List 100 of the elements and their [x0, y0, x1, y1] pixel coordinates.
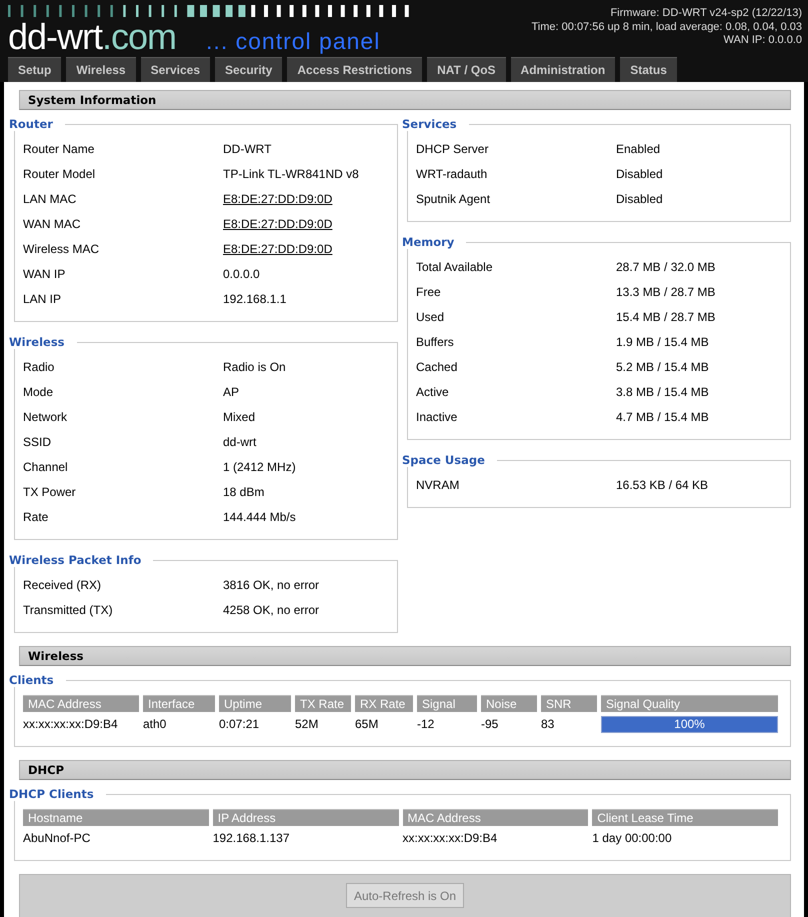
field-label: Network — [23, 410, 68, 424]
column-header: Signal — [417, 695, 477, 712]
field-label: WRT-radauth — [416, 166, 488, 180]
table-cell-text: xx:xx:xx:xx:D9:B4 — [23, 716, 119, 733]
column-header: Interface — [143, 695, 215, 712]
field-value: Enabled — [616, 142, 662, 156]
mac-link[interactable]: E8:DE:27:DD:D9:0D — [223, 216, 385, 230]
nav-tab[interactable]: Security — [215, 57, 282, 82]
tagline: ... control panel — [206, 28, 380, 55]
field-label: Router Model — [23, 166, 96, 180]
field-label: Active — [416, 384, 450, 398]
field-value: dd-wrt — [223, 434, 258, 448]
field-value: 16.53 KB / 64 KB — [616, 478, 710, 492]
firmware-text: Firmware: DD-WRT v24-sp2 (12/22/13) — [610, 7, 802, 20]
column-header: TX Rate — [295, 695, 351, 712]
table-cell-text: 0:07:21 — [219, 716, 260, 733]
field-value: Radio is On — [223, 360, 287, 374]
table-cell-text: 1 day 00:00:00 — [592, 830, 673, 847]
nav-tab[interactable]: Status — [620, 57, 677, 82]
nav-tab[interactable]: Services — [140, 57, 210, 82]
group-legend: Wireless Packet Info — [9, 553, 154, 567]
column-header: SNR — [541, 695, 597, 712]
field-value: 4.7 MB / 15.4 MB — [616, 410, 710, 424]
nav-tab[interactable]: Wireless — [66, 57, 136, 82]
field-label: Router Name — [23, 142, 96, 156]
section-header: System Information — [19, 90, 791, 110]
field-label: Mode — [23, 384, 54, 398]
group-legend: Router — [9, 117, 65, 131]
table-cell-text: AbuNnof-PC — [23, 830, 92, 847]
field-label: Received (RX) — [23, 578, 102, 592]
field-label: WAN IP — [23, 266, 66, 280]
group-legend: Space Usage — [402, 453, 497, 467]
field-label: Free — [416, 284, 442, 298]
table-cell-text: 52M — [295, 716, 320, 733]
logo-text: dd-wrt.com — [8, 20, 176, 54]
nav-tab[interactable]: Administration — [510, 57, 616, 82]
field-value: 28.7 MB / 32.0 MB — [616, 260, 716, 274]
mac-link[interactable]: E8:DE:27:DD:D9:0D — [223, 192, 385, 206]
field-value: 1 (2412 MHz) — [223, 460, 297, 474]
field-label: SSID — [23, 434, 52, 448]
table-cell-text: -12 — [417, 716, 436, 733]
field-value: 1.9 MB / 15.4 MB — [616, 334, 710, 348]
column-header: Client Lease Time — [592, 809, 778, 826]
table-cell-text: 192.168.1.137 — [212, 830, 290, 847]
field-value: AP — [223, 384, 240, 398]
field-value: 192.168.1.1 — [223, 292, 288, 306]
table-cell-text: ath0 — [143, 716, 168, 733]
mac-link[interactable]: E8:DE:27:DD:D9:0D — [223, 242, 385, 256]
nav-tab[interactable]: Access Restrictions — [287, 57, 422, 82]
field-label: WAN MAC — [23, 216, 82, 230]
field-value: 13.3 MB / 28.7 MB — [616, 284, 716, 298]
field-value: TP-Link TL-WR841ND v8 — [223, 166, 360, 180]
group-legend: DHCP Clients — [9, 787, 106, 801]
group-legend: Wireless — [9, 335, 77, 349]
field-label: Transmitted (TX) — [23, 602, 114, 616]
field-value: Mixed — [223, 410, 256, 424]
column-header: Uptime — [219, 695, 291, 712]
group-legend: Clients — [9, 673, 66, 687]
field-label: DHCP Server — [416, 142, 490, 156]
field-label: Radio — [23, 360, 56, 374]
field-value: Disabled — [616, 166, 664, 180]
table-cell-text: 83 — [541, 716, 556, 733]
field-label: Channel — [23, 460, 69, 474]
field-value: Disabled — [616, 192, 664, 206]
column-header: RX Rate — [355, 695, 413, 712]
field-label: NVRAM — [416, 478, 460, 492]
column-header: IP Address — [212, 809, 398, 826]
column-header: Hostname — [23, 809, 209, 826]
field-value: 3.8 MB / 15.4 MB — [616, 384, 710, 398]
field-value: 5.2 MB / 15.4 MB — [616, 360, 710, 374]
uptime-text: Time: 00:07:56 up 8 min, load average: 0.08, 0.04, 0.03 — [532, 20, 802, 34]
field-label: Cached — [416, 360, 458, 374]
field-value: 4258 OK, no error — [223, 602, 320, 616]
field-label: Wireless MAC — [23, 242, 100, 256]
column-header: Signal Quality — [601, 695, 778, 712]
field-label: Inactive — [416, 410, 458, 424]
field-label: LAN MAC — [23, 192, 78, 206]
column-header: MAC Address — [402, 809, 588, 826]
field-value: 144.444 Mb/s — [223, 510, 297, 524]
field-label: Sputnik Agent — [416, 192, 492, 206]
field-label: TX Power — [23, 484, 77, 498]
field-label: Rate — [23, 510, 50, 524]
field-label: Used — [416, 310, 446, 324]
section-header: Wireless — [19, 646, 791, 666]
field-value: 18 dBm — [223, 484, 266, 498]
group-legend: Memory — [402, 235, 466, 249]
field-value: 15.4 MB / 28.7 MB — [616, 310, 716, 324]
signal-quality-meter: 100% — [601, 716, 778, 732]
field-value: DD-WRT — [223, 142, 272, 156]
table-cell-text: xx:xx:xx:xx:D9:B4 — [402, 830, 498, 847]
field-label: Buffers — [416, 334, 455, 348]
field-label: Total Available — [416, 260, 494, 274]
nav-tab[interactable]: Setup — [8, 57, 62, 82]
column-header: Noise — [481, 695, 537, 712]
section-header: DHCP — [19, 760, 791, 780]
table-cell-text: -95 — [481, 716, 500, 733]
group-legend: Services — [402, 117, 469, 131]
field-value: 3816 OK, no error — [223, 578, 320, 592]
nav-tab[interactable]: NAT / QoS — [427, 57, 506, 82]
field-label: LAN IP — [23, 292, 62, 306]
